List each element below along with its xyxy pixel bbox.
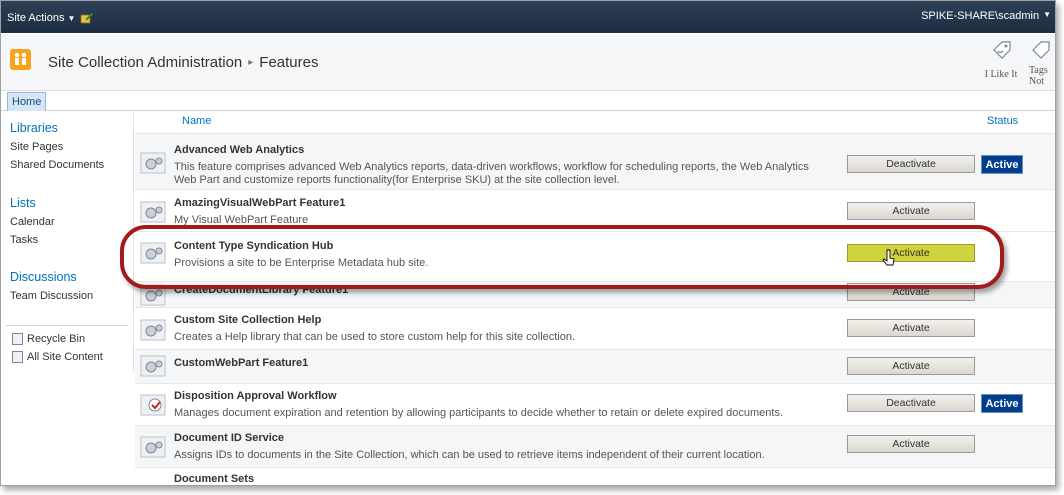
i-like-it-label: I Like It	[984, 69, 1018, 80]
feature-row: Document Sets	[135, 467, 1055, 485]
site-actions-label: Site Actions	[7, 12, 65, 24]
nav-heading-lists[interactable]: Lists	[10, 196, 36, 210]
user-menu[interactable]: SPIKE-SHARE\scadmin ▼	[921, 10, 1051, 22]
sharepoint-site-icon[interactable]	[10, 49, 31, 70]
feature-description: Assigns IDs to documents in the Site Col…	[174, 449, 765, 461]
edit-page-icon[interactable]	[80, 12, 94, 24]
status-badge: Active	[981, 155, 1023, 174]
feature-gear-icon	[140, 436, 166, 458]
nav-link-all-site-content[interactable]: All Site Content	[12, 351, 103, 363]
feature-title: Disposition Approval Workflow	[174, 390, 337, 402]
feature-title: CreateDocumentLibrary Feature1	[174, 284, 349, 296]
all-site-content-label: All Site Content	[27, 351, 103, 363]
feature-description: Creates a Help library that can be used …	[174, 331, 576, 343]
feature-title: Document ID Service	[174, 432, 285, 444]
feature-row: CreateDocumentLibrary Feature1 Activate	[135, 281, 1055, 307]
site-content-icon	[12, 351, 23, 363]
breadcrumb-root-link[interactable]: Site Collection Administration	[48, 54, 242, 71]
feature-gear-icon	[140, 355, 166, 377]
workflow-icon	[140, 394, 166, 416]
page-title: Features	[259, 54, 319, 71]
feature-row: Document ID Service Assigns IDs to docum…	[135, 425, 1055, 467]
nav-link-calendar[interactable]: Calendar	[10, 216, 55, 228]
nav-link-site-pages[interactable]: Site Pages	[10, 141, 63, 153]
feature-gear-icon	[140, 319, 166, 341]
deactivate-button[interactable]: Deactivate	[847, 155, 975, 173]
tab-home[interactable]: Home	[7, 92, 47, 111]
breadcrumb-separator-icon: ▸	[248, 57, 254, 68]
tag-like-icon	[993, 41, 1011, 59]
feature-gear-icon	[140, 152, 166, 174]
activate-button[interactable]: Activate	[847, 357, 975, 375]
tags-notes-icon	[1032, 41, 1050, 59]
feature-gear-icon	[140, 242, 166, 264]
user-name-label: SPIKE-SHARE\scadmin	[921, 10, 1040, 22]
recycle-bin-icon	[12, 333, 23, 345]
feature-title: Advanced Web Analytics	[174, 144, 305, 156]
people-icon	[14, 52, 27, 65]
feature-row: Custom Site Collection Help Creates a He…	[135, 307, 1055, 349]
page-title-area: Site Collection Administration ▸ Feature…	[1, 34, 1055, 91]
feature-description: Manages document expiration and retentio…	[174, 407, 784, 419]
activate-button[interactable]: Activate	[847, 319, 975, 337]
chevron-down-icon: ▼	[1043, 10, 1051, 19]
feature-row: Content Type Syndication Hub Provisions …	[135, 231, 1055, 281]
feature-description: My Visual WebPart Feature	[174, 214, 309, 226]
activate-button[interactable]: Activate	[847, 283, 975, 301]
tags-label: Tags	[1029, 65, 1048, 76]
feature-row: Disposition Approval Workflow Manages do…	[135, 383, 1055, 425]
activate-button[interactable]: Activate	[847, 435, 975, 453]
nav-link-team-discussion[interactable]: Team Discussion	[10, 290, 93, 302]
quick-launch: Libraries Site Pages Shared Documents Li…	[1, 112, 134, 372]
recycle-bin-label: Recycle Bin	[27, 333, 86, 345]
feature-gear-icon	[140, 201, 166, 223]
ribbon-top-bar: Site Actions ▼ SPIKE-SHARE\scadmin ▼	[1, 1, 1055, 33]
nav-heading-discussions[interactable]: Discussions	[10, 270, 77, 284]
feature-row: Advanced Web Analytics This feature comp…	[135, 133, 1055, 189]
site-actions-menu[interactable]: Site Actions ▼	[7, 12, 75, 24]
activate-button[interactable]: Activate	[847, 244, 975, 262]
nav-divider	[6, 325, 128, 326]
ribbon-tab-bar: Home	[1, 91, 1055, 111]
mouse-cursor-icon	[882, 249, 895, 266]
feature-description: Provisions a site to be Enterprise Metad…	[174, 257, 429, 269]
feature-title: AmazingVisualWebPart Feature1	[174, 197, 346, 209]
column-header-status: Status	[987, 115, 1019, 127]
column-header-name: Name	[182, 115, 212, 127]
i-like-it-button[interactable]: I Like It	[984, 40, 1018, 80]
chevron-down-icon: ▼	[67, 13, 76, 23]
feature-title: Document Sets	[174, 473, 255, 485]
status-badge: Active	[981, 394, 1023, 413]
feature-list-header: Name Status	[135, 112, 1055, 133]
notes-label: Not	[1029, 76, 1044, 87]
nav-link-tasks[interactable]: Tasks	[10, 234, 38, 246]
feature-description: This feature comprises advanced Web Anal…	[174, 161, 809, 186]
nav-heading-libraries[interactable]: Libraries	[10, 121, 58, 135]
breadcrumb: Site Collection Administration ▸ Feature…	[48, 54, 319, 71]
deactivate-button[interactable]: Deactivate	[847, 394, 975, 412]
feature-title: Content Type Syndication Hub	[174, 240, 334, 252]
feature-gear-icon	[140, 284, 166, 306]
nav-link-recycle-bin[interactable]: Recycle Bin	[12, 333, 85, 345]
activate-button[interactable]: Activate	[847, 202, 975, 220]
feature-title: Custom Site Collection Help	[174, 314, 322, 326]
feature-row: AmazingVisualWebPart Feature1 My Visual …	[135, 189, 1055, 231]
tags-notes-button[interactable]: Tags Not	[1029, 40, 1055, 87]
browser-window: Site Actions ▼ SPIKE-SHARE\scadmin ▼ Sit…	[0, 0, 1056, 486]
feature-title: CustomWebPart Feature1	[174, 357, 309, 369]
nav-link-shared-documents[interactable]: Shared Documents	[10, 159, 104, 171]
feature-row: CustomWebPart Feature1 Activate	[135, 349, 1055, 383]
